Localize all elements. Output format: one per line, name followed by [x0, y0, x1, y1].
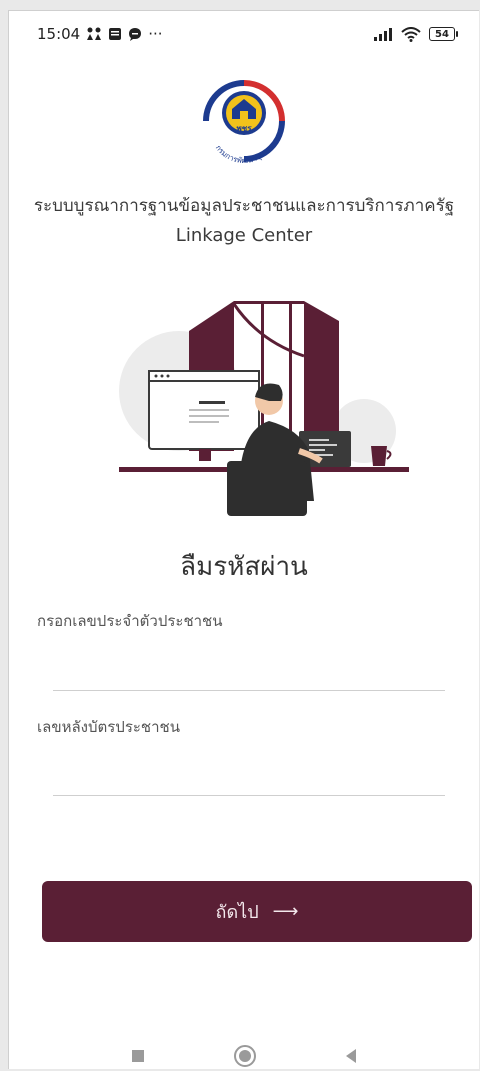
- chat-icon: [128, 27, 142, 41]
- logo-emblem-text: พชร: [237, 124, 253, 133]
- status-right: 54: [373, 26, 458, 42]
- logo-arc-text: กรมการพัฒนาชุมชน: [214, 143, 274, 165]
- card-back-number-input[interactable]: [53, 756, 445, 796]
- arrow-right-icon: ⟶: [272, 901, 299, 922]
- status-left: 15:04 ···: [37, 25, 163, 43]
- battery-level: 54: [435, 28, 449, 40]
- back-button[interactable]: [346, 1049, 356, 1063]
- id-number-label: กรอกเลขประจำตัวประชาชน: [37, 612, 223, 630]
- battery-icon: 54: [429, 27, 458, 41]
- developer-illustration: [109, 301, 409, 521]
- recents-button[interactable]: [132, 1050, 144, 1062]
- wifi-icon: [401, 26, 421, 42]
- app-title: ระบบบูรณาการฐานข้อมูลประชาชนและการบริการ…: [33, 196, 455, 216]
- system-nav-bar: [9, 1041, 479, 1071]
- org-logo: พชร กรมการพัฒนาชุมชน: [196, 73, 292, 169]
- id-number-input[interactable]: [53, 651, 445, 691]
- page-title: ลืมรหัสผ่าน: [180, 552, 308, 582]
- next-button-label: ถัดไป: [215, 902, 259, 923]
- status-bar: 15:04 ··· 54: [9, 11, 479, 57]
- next-button[interactable]: ถัดไป ⟶: [42, 881, 472, 942]
- home-button[interactable]: [234, 1045, 256, 1067]
- signal-icon: [373, 27, 393, 41]
- status-time: 15:04: [37, 25, 81, 43]
- more-indicator: ···: [148, 25, 163, 43]
- message-icon: [108, 27, 122, 41]
- phone-screen: 15:04 ··· 54 พชร กรมการพัฒนาชุมชน ระบบบู…: [8, 10, 479, 1069]
- people-icon: [86, 27, 102, 41]
- card-back-number-label: เลขหลังบัตรประชาชน: [37, 718, 180, 736]
- app-subtitle: Linkage Center: [175, 225, 313, 246]
